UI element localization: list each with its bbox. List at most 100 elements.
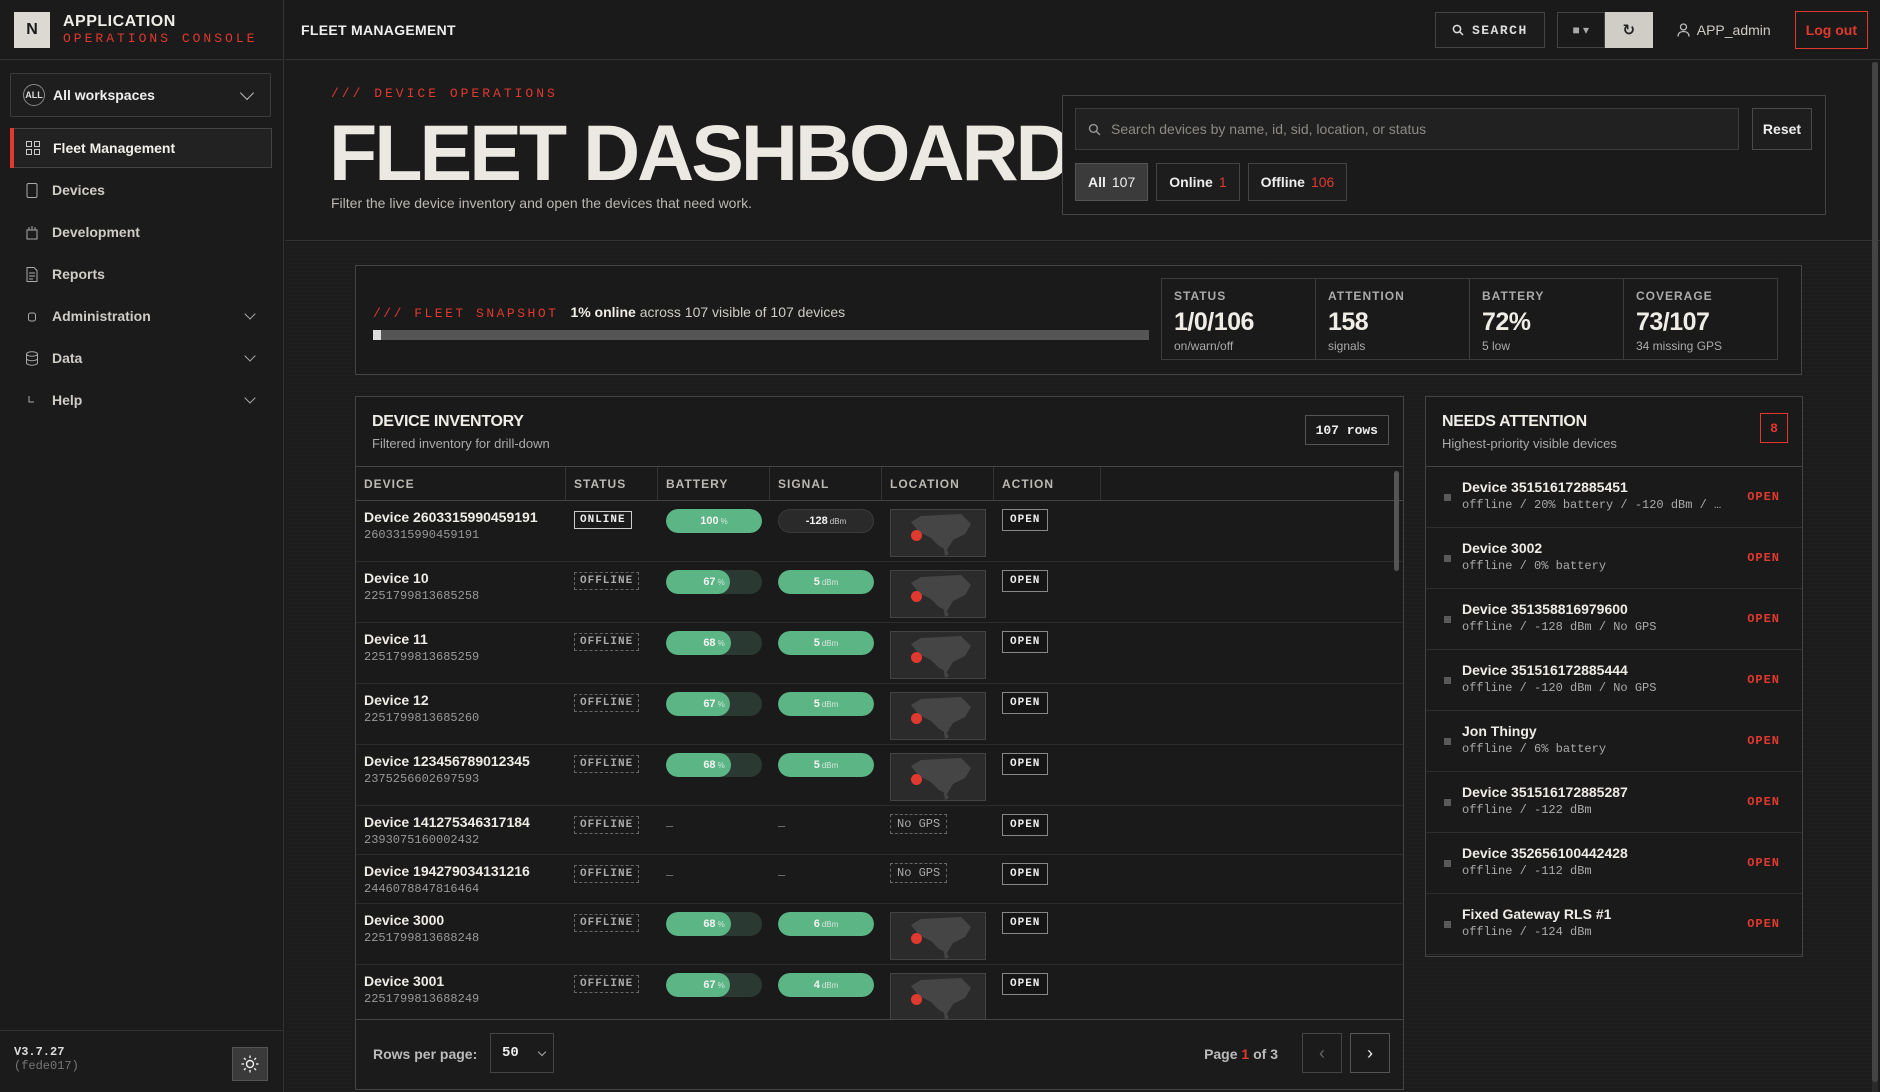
location-map[interactable] bbox=[890, 570, 986, 618]
stat-label: BATTERY bbox=[1482, 289, 1545, 303]
table-row[interactable]: Device 123456789012345 2375256602697593 OF… bbox=[356, 745, 1403, 806]
column-header-battery[interactable]: BATTERY bbox=[658, 467, 770, 500]
open-device-button[interactable]: OPEN bbox=[1002, 631, 1049, 653]
sidebar-item-reports[interactable]: Reports bbox=[10, 254, 272, 294]
device-name[interactable]: Device 141275346317184 bbox=[364, 814, 566, 830]
open-device-button[interactable]: OPEN bbox=[1002, 814, 1049, 836]
location-map[interactable] bbox=[890, 692, 986, 740]
device-cell: Device 194279034131216 2446078847816464 bbox=[356, 855, 566, 903]
device-name[interactable]: Device 11 bbox=[364, 631, 566, 647]
workspace-selector[interactable]: ALL All workspaces bbox=[10, 73, 271, 117]
app-logo[interactable]: N bbox=[14, 11, 50, 48]
theme-toggle-button[interactable] bbox=[232, 1047, 268, 1081]
attention-open-button[interactable]: OPEN bbox=[1747, 917, 1780, 931]
attention-detail: offline / -124 dBm bbox=[1462, 925, 1592, 939]
next-page-button[interactable]: › bbox=[1350, 1033, 1390, 1073]
device-name[interactable]: Device 3001 bbox=[364, 973, 566, 989]
device-name[interactable]: Device 10 bbox=[364, 570, 566, 586]
attention-open-button[interactable]: OPEN bbox=[1747, 795, 1780, 809]
reset-button[interactable]: Reset bbox=[1752, 108, 1812, 150]
sidebar-item-label: Development bbox=[52, 224, 140, 240]
sidebar-item-development[interactable]: Development bbox=[10, 212, 272, 252]
refresh-button[interactable]: ↻ bbox=[1604, 12, 1653, 48]
device-name[interactable]: Device 194279034131216 bbox=[364, 863, 566, 879]
attention-detail: offline / -120 dBm / No GPS bbox=[1462, 681, 1657, 695]
open-device-button[interactable]: OPEN bbox=[1002, 570, 1049, 592]
location-map[interactable] bbox=[890, 753, 986, 801]
search-icon bbox=[1452, 24, 1464, 36]
attention-open-button[interactable]: OPEN bbox=[1747, 612, 1780, 626]
sidebar-item-devices[interactable]: Devices bbox=[10, 170, 272, 210]
device-name[interactable]: Device 12 bbox=[364, 692, 566, 708]
open-device-button[interactable]: OPEN bbox=[1002, 753, 1049, 775]
device-name[interactable]: Device 123456789012345 bbox=[364, 753, 566, 769]
battery-unit: % bbox=[717, 919, 725, 929]
filter-chip-online[interactable]: Online 1 bbox=[1156, 163, 1240, 201]
open-device-button[interactable]: OPEN bbox=[1002, 973, 1049, 995]
table-row[interactable]: Device 11 2251799813685259 OFFLINE 68% 5 dBm O… bbox=[356, 623, 1403, 684]
search-button[interactable]: SEARCH bbox=[1434, 12, 1545, 48]
sidebar-item-label: Administration bbox=[52, 308, 151, 324]
table-row[interactable]: Device 3000 2251799813688248 OFFLINE 68% 6 dB… bbox=[356, 904, 1403, 965]
location-map[interactable] bbox=[890, 509, 986, 557]
device-name[interactable]: Device 2603315990459191 bbox=[364, 509, 566, 525]
map-graphic bbox=[891, 632, 985, 678]
column-header-status[interactable]: STATUS bbox=[566, 467, 658, 500]
filter-chip-all[interactable]: All 107 bbox=[1075, 163, 1149, 201]
filter-chip-offline[interactable]: Offline 106 bbox=[1247, 163, 1348, 201]
attention-open-button[interactable]: OPEN bbox=[1747, 856, 1780, 870]
stat-value: 158 bbox=[1328, 308, 1369, 336]
sidebar-item-data[interactable]: Data bbox=[10, 338, 272, 378]
sidebar-item-help[interactable]: Help bbox=[10, 380, 272, 420]
location-map[interactable] bbox=[890, 912, 986, 960]
attention-item[interactable]: Device 351516172885287 offline / -122 dBm… bbox=[1426, 772, 1802, 833]
table-row[interactable]: Device 3001 2251799813688249 OFFLINE 67% 4 dB… bbox=[356, 965, 1403, 1026]
rows-per-page-select[interactable]: 50 bbox=[490, 1033, 554, 1073]
grid-icon bbox=[25, 140, 41, 156]
column-header-location[interactable]: LOCATION bbox=[882, 467, 994, 500]
attention-item[interactable]: Fixed Gateway RLS #1 offline / -124 dBm OP… bbox=[1426, 894, 1802, 955]
attention-item[interactable]: Device 351358816979600 offline / -128 dBm… bbox=[1426, 589, 1802, 650]
page-scrollbar-thumb[interactable] bbox=[1872, 62, 1878, 1082]
sidebar-item-label: Reports bbox=[52, 266, 105, 282]
device-name[interactable]: Device 3000 bbox=[364, 912, 566, 928]
open-device-button[interactable]: OPEN bbox=[1002, 912, 1049, 934]
signal-unit: dBm bbox=[821, 577, 839, 587]
attention-open-button[interactable]: OPEN bbox=[1747, 734, 1780, 748]
flask-icon bbox=[24, 224, 40, 240]
table-row[interactable]: Device 141275346317184 2393075160002432 OF… bbox=[356, 806, 1403, 855]
snapshot-tag: /// FLEET SNAPSHOT bbox=[373, 306, 559, 321]
attention-item[interactable]: Jon Thingy offline / 6% battery OPEN bbox=[1426, 711, 1802, 772]
location-pin-icon bbox=[911, 933, 922, 944]
device-search-input[interactable]: Search devices by name, id, sid, locatio… bbox=[1075, 108, 1739, 150]
prev-page-button[interactable]: ‹ bbox=[1302, 1033, 1342, 1073]
user-menu[interactable]: APP_admin bbox=[1677, 22, 1771, 38]
column-header-device[interactable]: DEVICE bbox=[356, 467, 566, 500]
attention-open-button[interactable]: OPEN bbox=[1747, 551, 1780, 565]
table-row[interactable]: Device 2603315990459191 2603315990459191 O… bbox=[356, 501, 1403, 562]
open-device-button[interactable]: OPEN bbox=[1002, 863, 1049, 885]
sidebar-item-administration[interactable]: Administration bbox=[10, 296, 272, 336]
attention-item[interactable]: Device 351516172885444 offline / -120 dBm… bbox=[1426, 650, 1802, 711]
table-row[interactable]: Device 12 2251799813685260 OFFLINE 67% 5 dBm O… bbox=[356, 684, 1403, 745]
open-device-button[interactable]: OPEN bbox=[1002, 692, 1049, 714]
open-device-button[interactable]: OPEN bbox=[1002, 509, 1049, 531]
rows-per-page-value: 50 bbox=[502, 1045, 519, 1061]
snapshot-stats: STATUS 1/0/106 on/warn/off ATTENTION 158… bbox=[1161, 278, 1778, 360]
location-map[interactable] bbox=[890, 631, 986, 679]
attention-item[interactable]: Device 3002 offline / 0% battery OPEN bbox=[1426, 528, 1802, 589]
table-header: DEVICE STATUS BATTERY SIGNAL LOCATION AC… bbox=[356, 467, 1403, 501]
location-map[interactable] bbox=[890, 973, 986, 1021]
attention-open-button[interactable]: OPEN bbox=[1747, 490, 1780, 504]
view-menu-button[interactable]: ■ ▾ bbox=[1556, 12, 1605, 48]
attention-item[interactable]: Device 351516172885451 offline / 20% batt… bbox=[1426, 467, 1802, 528]
attention-item[interactable]: Device 352656100442428 offline / -112 dBm… bbox=[1426, 833, 1802, 894]
table-scrollbar[interactable] bbox=[1394, 471, 1399, 571]
column-header-signal[interactable]: SIGNAL bbox=[770, 467, 882, 500]
table-row[interactable]: Device 10 2251799813685258 OFFLINE 67% 5 dBm O… bbox=[356, 562, 1403, 623]
attention-open-button[interactable]: OPEN bbox=[1747, 673, 1780, 687]
sidebar-item-fleet-management[interactable]: Fleet Management bbox=[10, 128, 272, 168]
page-scrollbar[interactable] bbox=[1872, 62, 1878, 1092]
table-row[interactable]: Device 194279034131216 2446078847816464 OF… bbox=[356, 855, 1403, 904]
logout-button[interactable]: Log out bbox=[1794, 11, 1868, 49]
